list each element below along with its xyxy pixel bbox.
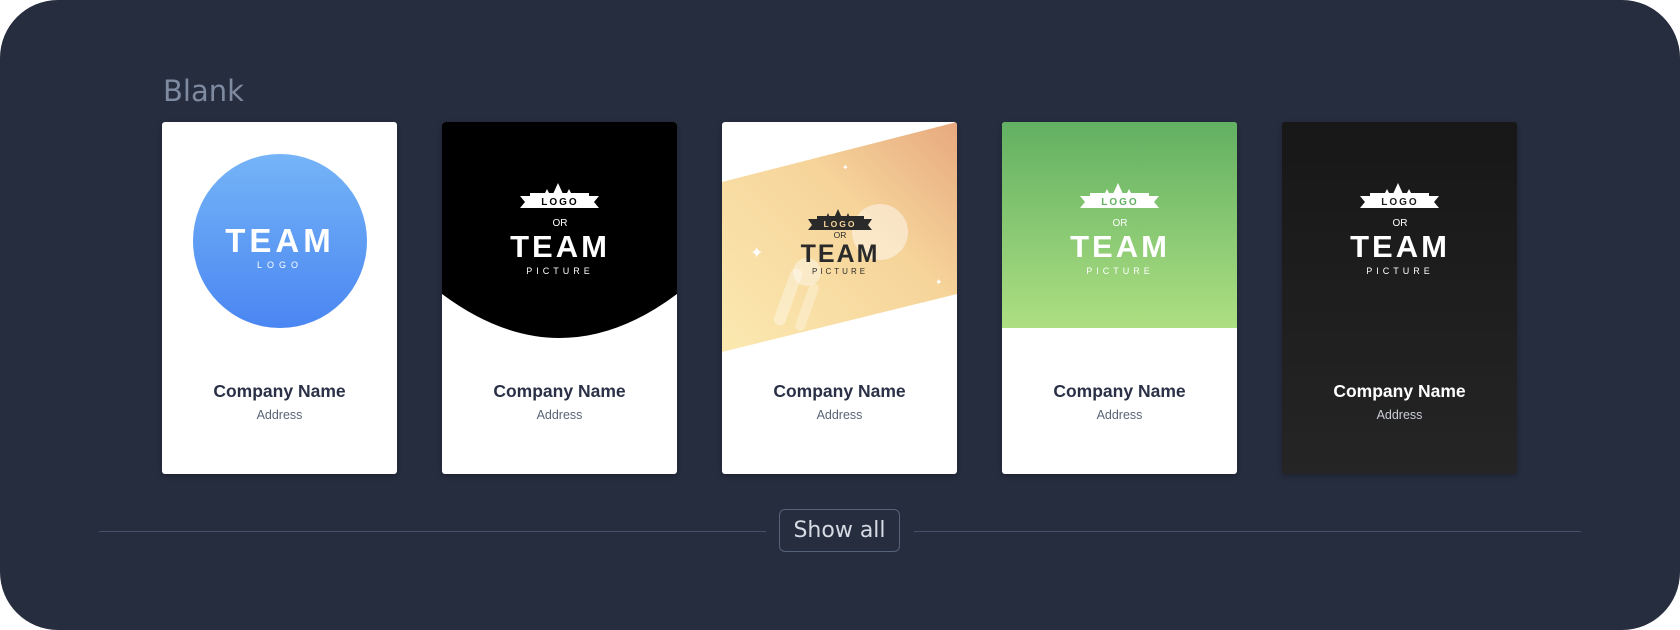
template-card-black-arc[interactable]: LOGO OR TEAM PICTURE Company Name Addres… (442, 122, 677, 474)
logo-text-team: TEAM (1070, 229, 1170, 264)
logo-text-picture: PICTURE (812, 267, 868, 276)
logo-text-picture: PICTURE (1366, 266, 1434, 276)
logo-text-team: TEAM (1350, 229, 1450, 264)
logo-text-logo: LOGO (1101, 197, 1138, 208)
divider-left (99, 531, 766, 532)
company-name: Company Name (1333, 381, 1466, 401)
logo-text-logo: LOGO (1381, 197, 1418, 208)
logo-text-team: TEAM (801, 240, 880, 268)
company-address: Address (256, 408, 303, 422)
company-name: Company Name (493, 381, 626, 401)
company-address: Address (1376, 408, 1423, 422)
sparkle-icon: ✦ (750, 245, 763, 262)
template-card-blue-circle[interactable]: TEAM LOGO Company Name Address (162, 122, 397, 474)
logo-text-picture: PICTURE (1086, 266, 1154, 276)
template-card-diagonal-gradient[interactable]: ✦ ✦ ✦ LOGO OR TEAM PICTURE Company Name … (722, 122, 957, 474)
logo-text-team: TEAM (510, 229, 610, 264)
sparkle-icon: ✦ (842, 163, 849, 172)
logo-text-logo: LOGO (541, 197, 578, 208)
show-all-button[interactable]: Show all (779, 509, 900, 552)
logo-text-or: OR (553, 218, 568, 229)
company-name: Company Name (773, 381, 906, 401)
company-address: Address (1096, 408, 1143, 422)
sparkle-icon: ✦ (935, 277, 943, 287)
logo-text-picture: PICTURE (526, 266, 594, 276)
template-card-dark[interactable]: LOGO OR TEAM PICTURE Company Name Addres… (1282, 122, 1517, 474)
company-address: Address (536, 408, 583, 422)
logo-text-logo: LOGO (823, 219, 856, 229)
logo-text-logo: LOGO (257, 260, 303, 270)
logo-text-or: OR (834, 230, 847, 240)
company-address: Address (816, 408, 863, 422)
logo-text-or: OR (1393, 218, 1408, 229)
logo-text-team: TEAM (225, 222, 335, 259)
company-name: Company Name (213, 381, 346, 401)
template-card-green-gradient[interactable]: LOGO OR TEAM PICTURE Company Name Addres… (1002, 122, 1237, 474)
template-panel: Blank TEAM LOGO Company Name Address LOG… (0, 0, 1680, 630)
company-name: Company Name (1053, 381, 1186, 401)
section-title: Blank (163, 74, 244, 108)
logo-text-or: OR (1113, 218, 1128, 229)
divider-right (914, 531, 1581, 532)
